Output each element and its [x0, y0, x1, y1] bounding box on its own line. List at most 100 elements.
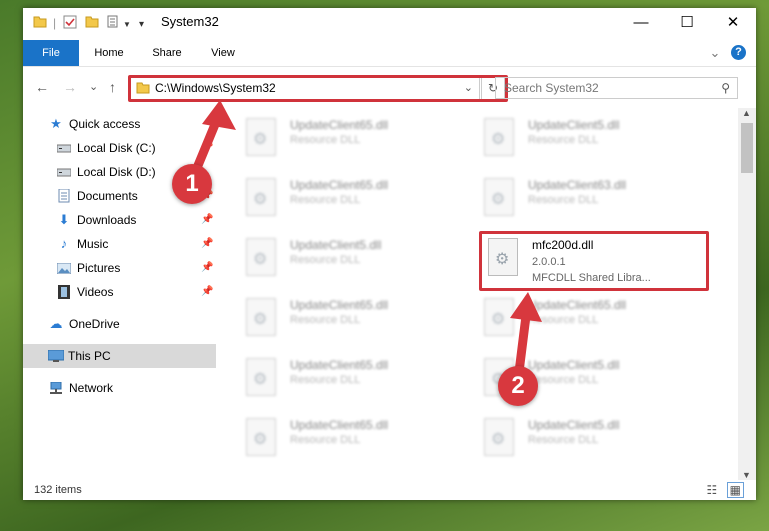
sidebar-item-label: Documents	[77, 189, 138, 203]
help-icon[interactable]: ?	[731, 45, 746, 60]
navigation-bar: ← → ⌄ ↑ C:\Windows\System32 ⌄ ↻ Search S…	[23, 67, 756, 107]
qa-chevron-icon[interactable]: ▾	[139, 17, 144, 33]
file-name: UpdateClient5.dll	[528, 418, 620, 432]
sidebar-item-label: Music	[77, 237, 109, 251]
customize-icon[interactable]	[107, 15, 121, 31]
scroll-up-icon[interactable]: ▲	[742, 108, 751, 118]
file-item[interactable]: UpdateClient5.dll Resource DLL	[240, 234, 470, 284]
sidebar-item-label: This PC	[68, 349, 111, 363]
vertical-scrollbar[interactable]: ▲ ▼	[738, 108, 756, 480]
file-item[interactable]: UpdateClient5.dll Resource DLL	[478, 414, 708, 464]
drive-icon	[55, 136, 73, 161]
file-name: UpdateClient65.dll	[290, 178, 389, 192]
ribbon-expand-icon[interactable]: ⌄	[707, 40, 723, 66]
sidebar-item-label: Pictures	[77, 261, 121, 275]
step-badge-2: 2	[498, 366, 538, 406]
file-item[interactable]: UpdateClient65.dll Resource DLL	[240, 354, 470, 404]
file-explorer-window: | ▼ ▾ System32 — ☐ ✕ File Home Share Vie…	[23, 8, 756, 500]
tab-view[interactable]: View	[203, 40, 243, 66]
sidebar-item-label: Local Disk (D:)	[77, 165, 156, 179]
file-name: UpdateClient65.dll	[290, 418, 389, 432]
forward-button[interactable]: →	[63, 79, 77, 95]
file-item[interactable]: UpdateClient65.dll Resource DLL	[240, 114, 470, 164]
file-item[interactable]: UpdateClient63.dll Resource DLL	[478, 174, 708, 224]
pin-icon[interactable]: 📌	[201, 262, 213, 273]
sidebar-item-label: OneDrive	[69, 317, 120, 331]
file-list: UpdateClient65.dll Resource DLL UpdateCl…	[216, 108, 738, 480]
sidebar-item-pictures[interactable]: Pictures	[55, 256, 215, 280]
sidebar-item-this-pc[interactable]: This PC	[23, 344, 216, 368]
dll-file-icon	[484, 418, 514, 456]
pin-icon[interactable]: 📌	[201, 214, 213, 225]
dll-file-icon	[246, 298, 276, 336]
title-bar: | ▼ ▾ System32 — ☐ ✕	[23, 8, 756, 40]
file-type: Resource DLL	[290, 254, 361, 266]
network-icon	[47, 376, 65, 403]
videos-icon	[55, 280, 73, 307]
dll-file-icon	[246, 178, 276, 216]
sidebar-item-label: Videos	[77, 285, 114, 299]
sidebar-item-label: Local Disk (C:)	[77, 141, 156, 155]
back-button[interactable]: ←	[35, 79, 49, 95]
file-type: Resource DLL	[290, 194, 361, 206]
details-view-icon[interactable]: ☷	[707, 483, 718, 497]
file-item[interactable]: UpdateClient5.dll Resource DLL	[478, 114, 708, 164]
file-item[interactable]: UpdateClient65.dll Resource DLL	[240, 414, 470, 464]
qa-dropdown-icon[interactable]: ▼	[123, 17, 131, 33]
address-highlight-box	[128, 75, 508, 102]
pictures-icon	[55, 256, 73, 282]
scroll-down-icon[interactable]: ▼	[742, 470, 751, 480]
sidebar-item-onedrive[interactable]: ☁ OneDrive	[47, 312, 217, 336]
sidebar-item-music[interactable]: ♪ Music	[55, 232, 215, 256]
music-icon: ♪	[60, 236, 68, 251]
properties-icon[interactable]	[63, 15, 77, 31]
search-icon[interactable]: ⚲	[721, 81, 730, 95]
dll-file-icon	[246, 118, 276, 156]
sidebar-item-videos[interactable]: Videos	[55, 280, 215, 304]
step-badge-1: 1	[172, 164, 212, 204]
file-item[interactable]: UpdateClient65.dll Resource DLL	[240, 174, 470, 224]
folder-icon	[33, 15, 47, 31]
cloud-icon: ☁	[49, 316, 63, 331]
maximize-button[interactable]: ☐	[664, 8, 710, 38]
status-bar: 132 items ☷ ▦	[23, 480, 756, 500]
tiles-view-icon[interactable]: ▦	[726, 482, 744, 498]
view-toggle: ☷ ▦	[707, 482, 744, 498]
file-name: UpdateClient63.dll	[528, 178, 627, 192]
star-icon: ★	[50, 116, 62, 131]
file-type: Resource DLL	[290, 314, 361, 326]
up-button[interactable]: ↑	[109, 79, 116, 95]
file-type: Resource DLL	[528, 434, 599, 446]
scrollbar-thumb[interactable]	[741, 123, 753, 173]
file-name: UpdateClient5.dll	[528, 118, 620, 132]
minimize-button[interactable]: —	[618, 8, 664, 38]
pin-icon[interactable]: 📌	[201, 238, 213, 249]
sidebar-item-network[interactable]: Network	[47, 376, 217, 400]
close-button[interactable]: ✕	[710, 8, 756, 38]
dll-file-icon	[246, 418, 276, 456]
search-placeholder: Search System32	[504, 81, 599, 95]
sidebar-item-label: Network	[69, 381, 114, 395]
pin-icon[interactable]: 📌	[201, 142, 213, 153]
tab-share[interactable]: Share	[147, 40, 187, 66]
file-type: Resource DLL	[528, 374, 599, 386]
recent-locations-button[interactable]: ⌄	[89, 80, 98, 93]
sidebar-item-downloads[interactable]: ⬇ Downloads	[55, 208, 215, 232]
tab-file[interactable]: File	[23, 40, 79, 66]
file-type: Resource DLL	[528, 194, 599, 206]
sidebar-item-label: Quick access	[69, 117, 141, 131]
dll-file-icon	[484, 178, 514, 216]
tab-home[interactable]: Home	[89, 40, 129, 66]
file-item[interactable]: UpdateClient65.dll Resource DLL	[240, 294, 470, 344]
file-name: UpdateClient65.dll	[290, 358, 389, 372]
dll-file-icon	[246, 358, 276, 396]
new-folder-icon[interactable]	[85, 15, 99, 31]
file-name: UpdateClient5.dll	[290, 238, 382, 252]
sidebar-item-local-disk-c[interactable]: Local Disk (C:)	[55, 136, 215, 160]
file-item[interactable]: UpdateClient65.dll Resource DLL	[478, 294, 708, 344]
search-input[interactable]: Search System32 ⚲	[495, 77, 738, 99]
sidebar-item-quick-access[interactable]: ★ Quick access	[47, 112, 217, 136]
pin-icon[interactable]: 📌	[201, 286, 213, 297]
file-type: Resource DLL	[528, 134, 599, 146]
dll-file-icon	[484, 298, 514, 336]
